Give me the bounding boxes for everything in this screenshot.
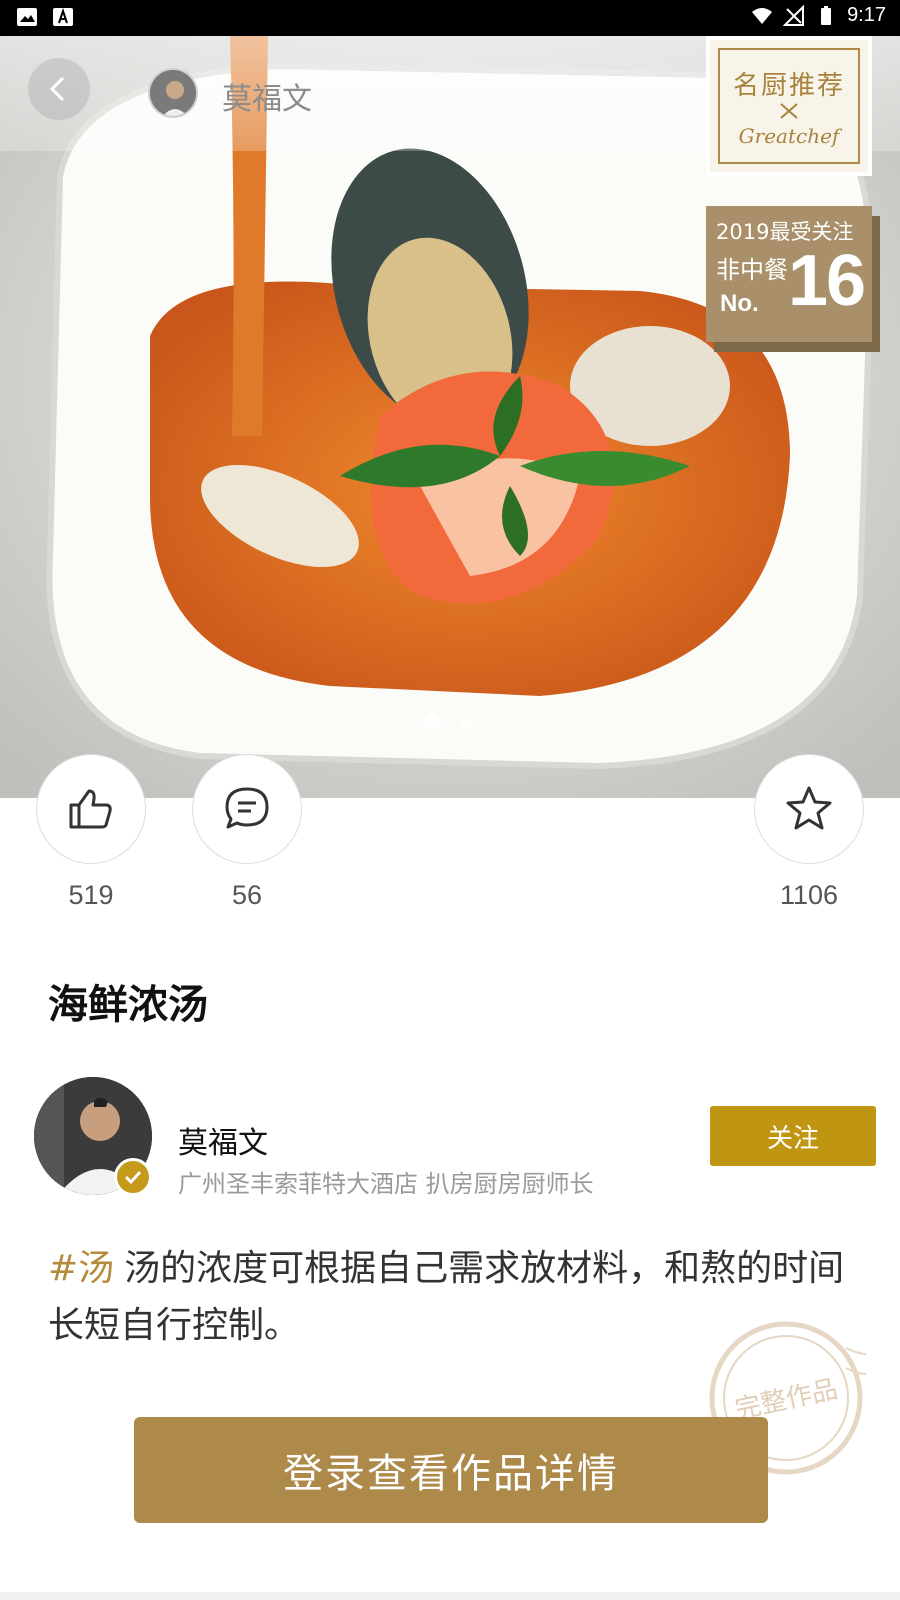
carousel-dot-1[interactable] [424,714,440,730]
favorite-button[interactable] [754,754,864,864]
back-arrow-icon [49,76,65,102]
status-bar: 9:17 [0,0,900,36]
author-title: 广州圣丰索菲特大酒店 扒房厨房厨师长 [178,1170,594,1198]
checkmark-icon [124,1170,142,1185]
thumbs-up-icon [69,789,112,829]
brand-subtitle: Greatchef [738,123,840,148]
rank-number: 16 [788,241,866,321]
utensils-icon [780,102,798,119]
header-chef-avatar[interactable] [148,68,198,118]
like-button[interactable] [36,754,146,864]
no-signal-icon [783,4,805,26]
hashtag-link[interactable]: #汤 [48,1248,114,1289]
bottom-divider [0,1592,900,1600]
back-button[interactable] [28,58,90,120]
rank-line3: No. [720,290,759,317]
gallery-notification-icon [17,8,37,26]
greatchef-badge: 名厨推荐 Greatchef [706,36,872,176]
wifi-icon [752,7,773,24]
like-count: 519 [68,880,114,910]
author-name[interactable]: 莫福文 [178,1118,268,1162]
rank-line2: 非中餐 [716,256,788,284]
recipe-title: 海鲜浓汤 [48,982,208,1028]
comment-bubble-icon [225,787,269,829]
login-to-view-button[interactable]: 登录查看作品详情 [134,1417,768,1523]
comment-button[interactable] [192,754,302,864]
brand-title: 名厨推荐 [732,70,845,101]
header-chef-name[interactable]: 莫福文 [222,74,312,118]
star-icon [786,786,832,830]
verified-badge [114,1158,152,1196]
battery-icon [821,5,832,25]
comment-count: 56 [231,880,263,910]
rank-badge: 2019最受关注 非中餐 No. 16 [706,206,872,342]
favorite-count: 1106 [779,880,839,910]
status-time: 9:17 [847,4,886,26]
carousel-dot-2[interactable] [458,714,474,730]
font-notification-icon [53,7,73,26]
carousel-indicator [424,714,474,730]
follow-button[interactable]: 关注 [710,1106,876,1166]
